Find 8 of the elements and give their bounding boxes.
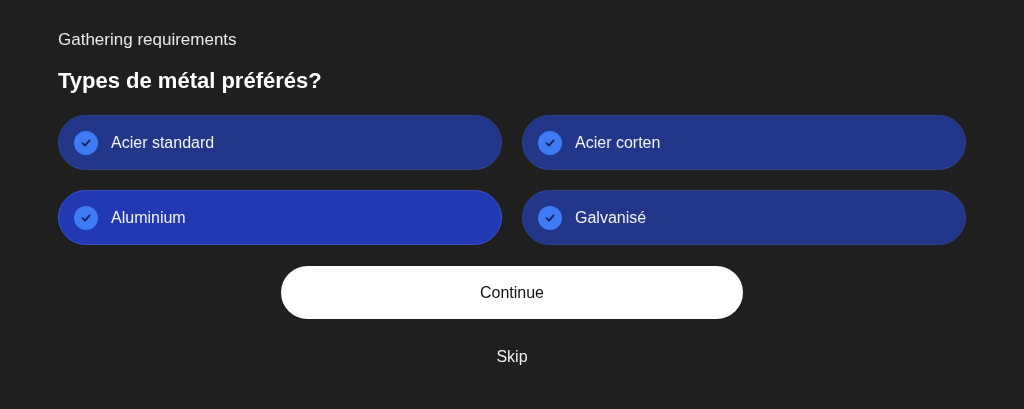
question-heading: Types de métal préférés? (58, 67, 323, 95)
option-button[interactable]: Acier standard (58, 115, 502, 170)
continue-button[interactable]: Continue (281, 266, 743, 319)
skip-link[interactable]: Skip (496, 345, 528, 369)
option-button[interactable]: Galvanisé (522, 190, 966, 245)
option-button[interactable]: Aluminium (58, 190, 502, 245)
option-button[interactable]: Acier corten (522, 115, 966, 170)
step-label: Gathering requirements (58, 29, 238, 51)
